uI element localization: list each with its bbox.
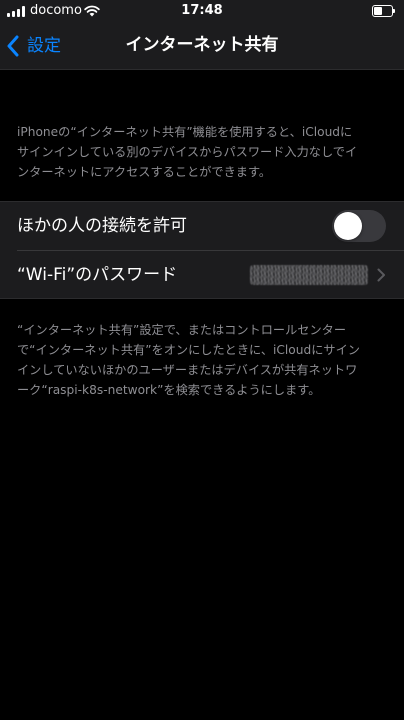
- wifi-password-row[interactable]: “Wi-Fi”のパスワード: [0, 251, 404, 299]
- page-title: インターネット共有: [125, 35, 279, 55]
- toggle-knob: [334, 212, 362, 240]
- wifi-password-label: “Wi-Fi”のパスワード: [17, 265, 178, 285]
- wifi-password-value-obscured: [250, 265, 368, 285]
- hotspot-description: iPhoneの“インターネット共有”機能を使用すると、iCloudに サインイン…: [17, 125, 358, 179]
- status-time: 17:48: [181, 3, 223, 18]
- battery-icon: [372, 5, 395, 17]
- status-bar: docomo 17:48: [0, 0, 404, 22]
- settings-group: ほかの人の接続を許可 “Wi-Fi”のパスワード: [0, 201, 404, 299]
- allow-others-toggle[interactable]: [332, 210, 386, 242]
- allow-others-row: ほかの人の接続を許可: [0, 202, 404, 250]
- navigation-bar: 設定 インターネット共有: [0, 22, 404, 70]
- network-search-description: “インターネット共有”設定で、またはコントロールセンター で“インターネット共有…: [17, 323, 360, 397]
- allow-others-label: ほかの人の接続を許可: [17, 216, 187, 236]
- chevron-right-icon: [377, 268, 385, 282]
